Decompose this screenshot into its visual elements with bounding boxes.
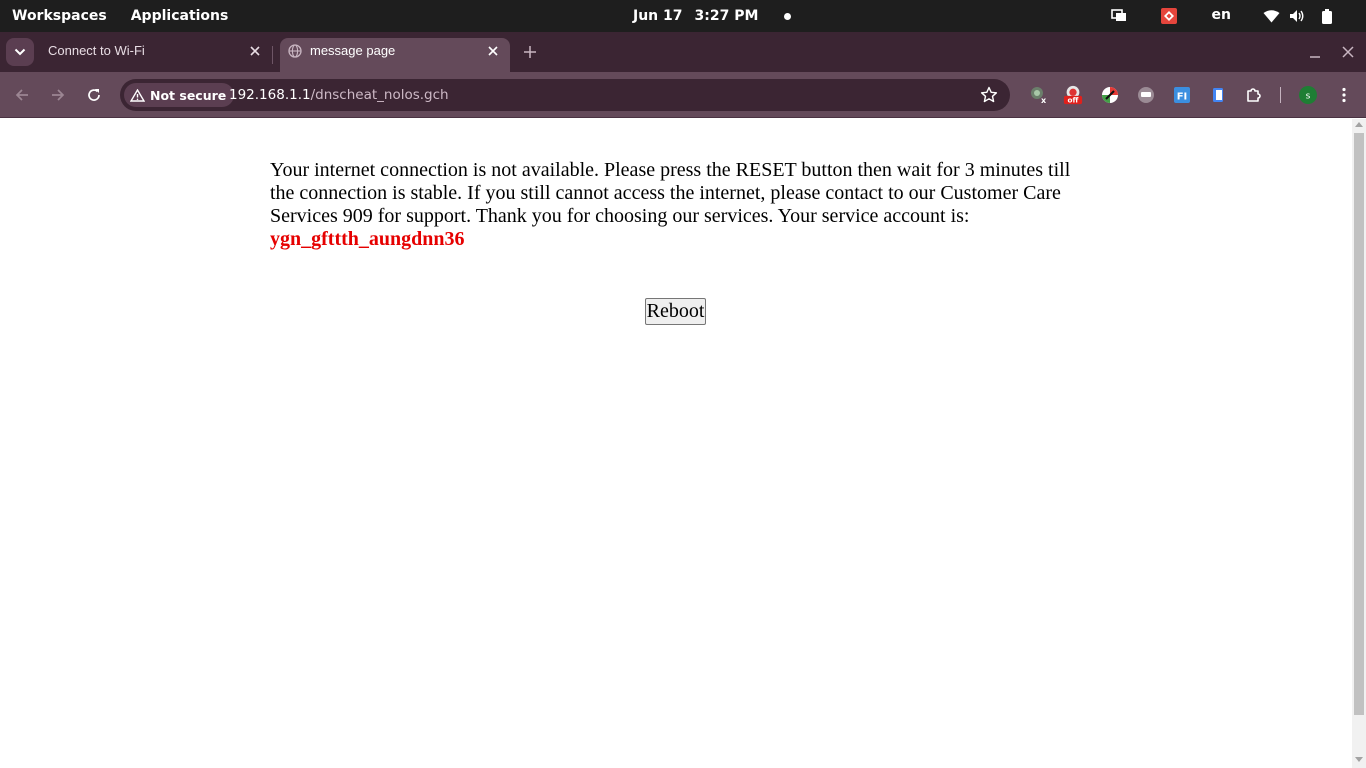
browser-toolbar: Not secure 192.168.1.1/dnscheat_nolos.gc…: [0, 72, 1366, 118]
warning-icon: [130, 88, 145, 102]
scrollbar-thumb[interactable]: [1354, 133, 1364, 715]
close-tab-icon[interactable]: [484, 42, 502, 60]
forward-button[interactable]: [46, 83, 70, 107]
extension-off-icon[interactable]: off: [1063, 85, 1083, 105]
service-account-id: ygn_gfttth_aungdnn36: [270, 228, 465, 250]
tab-message-page[interactable]: message page: [280, 38, 510, 72]
input-language[interactable]: en: [1212, 7, 1231, 23]
reload-icon: [88, 89, 100, 101]
arrow-left-icon: [15, 89, 28, 101]
chevron-down-icon: [14, 48, 26, 56]
site-security-chip[interactable]: Not secure: [124, 83, 235, 107]
url-path: /dnscheat_nolos.gch: [310, 87, 449, 103]
svg-text:off: off: [1068, 96, 1079, 105]
extension-x-icon[interactable]: x: [1029, 85, 1049, 105]
extension-doc-icon[interactable]: [1208, 85, 1228, 105]
tab-title: message page: [310, 43, 396, 58]
close-icon: [1342, 46, 1354, 58]
workspaces-button[interactable]: Workspaces: [12, 8, 107, 24]
url-host: 192.168.1.1: [229, 87, 311, 103]
minimize-icon: [1310, 56, 1320, 58]
anydesk-icon[interactable]: [1160, 7, 1178, 25]
back-button[interactable]: [10, 83, 34, 107]
toolbar-divider: [1280, 87, 1281, 103]
tab-strip: Connect to Wi-Fi message page: [0, 32, 1366, 72]
url-text[interactable]: 192.168.1.1/dnscheat_nolos.gch: [229, 79, 449, 111]
tab-connect-wifi[interactable]: Connect to Wi-Fi: [40, 38, 272, 72]
svg-text:FI: FI: [1177, 92, 1188, 103]
battery-icon[interactable]: [1318, 7, 1336, 25]
not-secure-label: Not secure: [150, 87, 227, 103]
svg-text:x: x: [1041, 96, 1047, 105]
scroll-up-arrow-icon[interactable]: [1355, 122, 1363, 127]
extension-chat-icon[interactable]: [1136, 85, 1156, 105]
profile-avatar[interactable]: s: [1298, 85, 1318, 105]
address-bar[interactable]: Not secure 192.168.1.1/dnscheat_nolos.gc…: [120, 79, 1010, 111]
date-label: Jun 17: [633, 8, 683, 24]
tab-divider: [272, 46, 273, 64]
applications-menu[interactable]: Applications: [131, 8, 229, 24]
page-scrollbar[interactable]: [1352, 119, 1366, 768]
web-page-content: Your internet connection is not availabl…: [0, 119, 1352, 768]
close-tab-icon[interactable]: [246, 42, 264, 60]
notification-dot-icon: [784, 12, 792, 20]
extensions-puzzle-icon[interactable]: [1244, 85, 1264, 105]
globe-icon: [288, 44, 302, 58]
bookmark-star-icon[interactable]: [980, 86, 998, 104]
new-tab-button[interactable]: [520, 42, 540, 62]
close-window-button[interactable]: [1338, 42, 1358, 62]
browser-menu-icon[interactable]: [1334, 85, 1354, 105]
reboot-button[interactable]: Reboot: [645, 298, 706, 325]
tab-search-button[interactable]: [6, 38, 34, 66]
extension-color-icon[interactable]: [1100, 85, 1120, 105]
message-text: Your internet connection is not availabl…: [270, 159, 1071, 227]
volume-icon[interactable]: [1288, 7, 1306, 25]
tab-title: Connect to Wi-Fi: [48, 43, 145, 58]
time-label: 3:27 PM: [694, 8, 759, 24]
minimize-window-button[interactable]: [1305, 42, 1325, 62]
system-top-bar: Workspaces Applications Jun 17 3:27 PM e…: [0, 0, 1366, 32]
connection-message: Your internet connection is not availabl…: [270, 159, 1080, 251]
wifi-icon[interactable]: [1262, 7, 1280, 25]
arrow-right-icon: [52, 89, 65, 101]
plus-icon: [524, 46, 536, 58]
extension-fi-icon[interactable]: FI: [1172, 85, 1192, 105]
clock[interactable]: Jun 17 3:27 PM: [633, 0, 792, 32]
scroll-down-arrow-icon[interactable]: [1355, 757, 1363, 762]
screen-share-icon[interactable]: [1110, 7, 1128, 25]
svg-text:s: s: [1306, 92, 1311, 102]
reload-button[interactable]: [82, 83, 106, 107]
